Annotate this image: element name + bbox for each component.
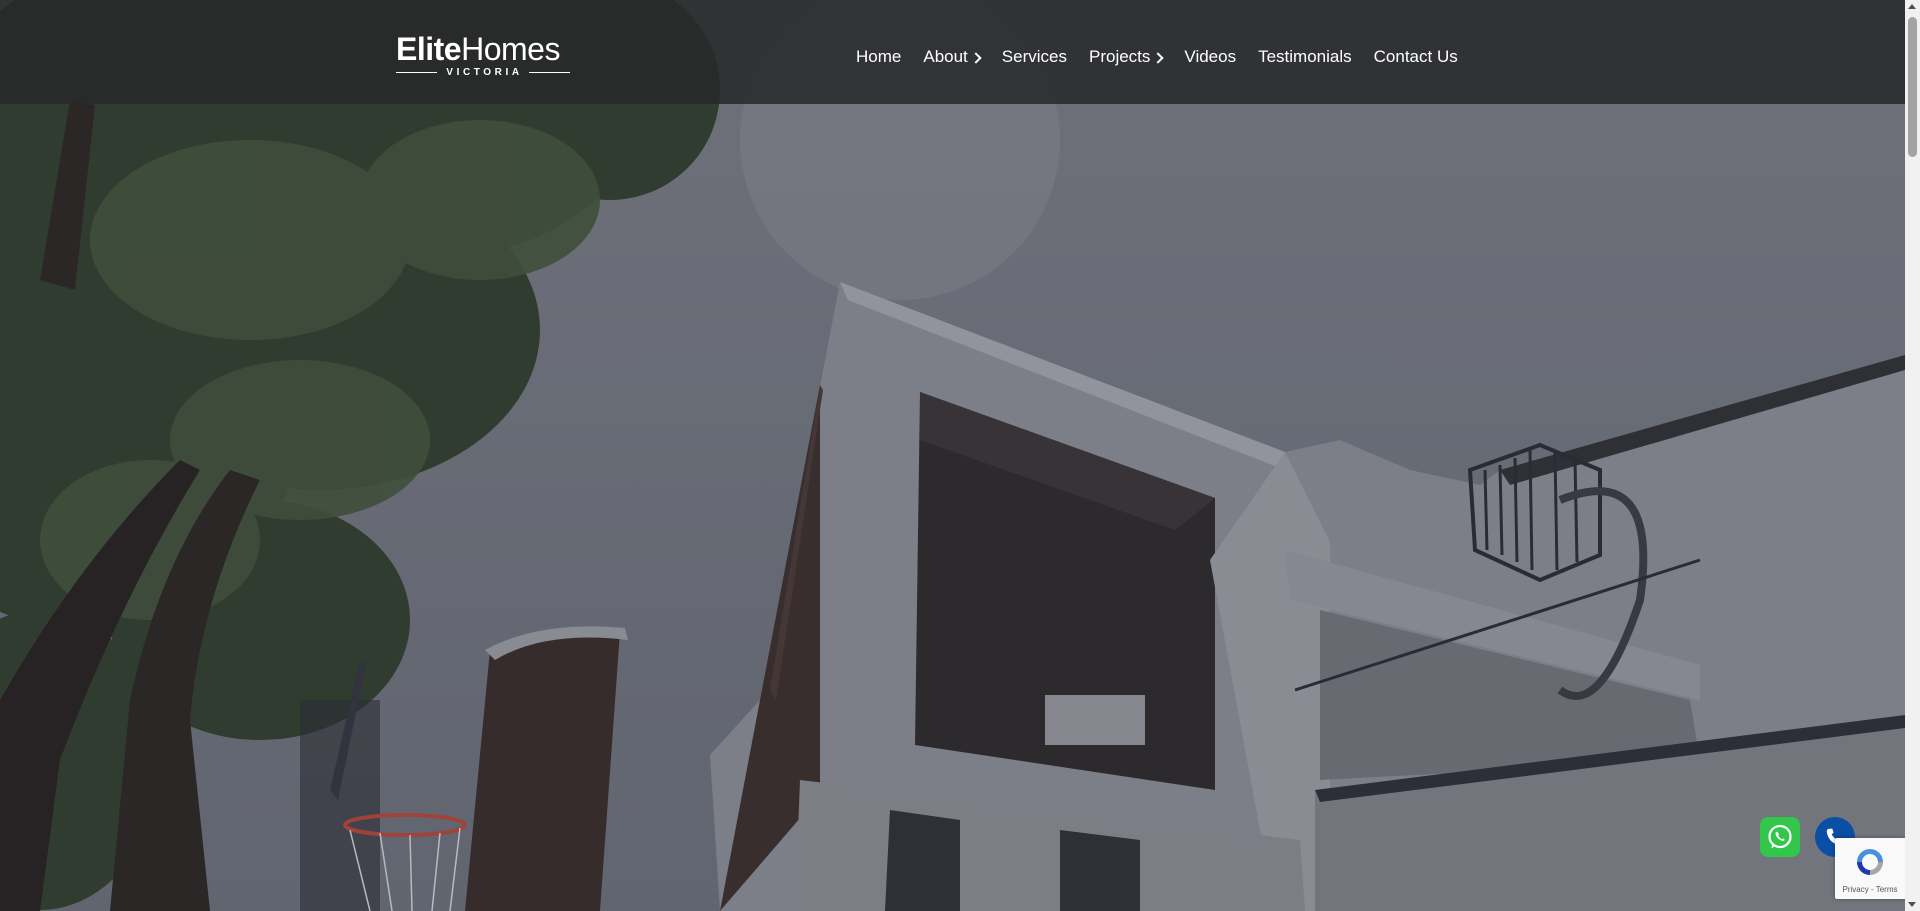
scrollbar-thumb[interactable]	[1908, 17, 1917, 157]
nav-home[interactable]: Home	[856, 47, 901, 67]
hero-image	[0, 0, 1905, 911]
whatsapp-button[interactable]	[1760, 817, 1800, 857]
nav-testimonials[interactable]: Testimonials	[1258, 47, 1352, 67]
nav-contact-us[interactable]: Contact Us	[1374, 47, 1458, 67]
nav-about-label: About	[923, 47, 968, 66]
recaptcha-badge[interactable]: Privacy - Terms	[1835, 838, 1905, 899]
scroll-down-arrow-icon[interactable]	[1908, 902, 1916, 907]
whatsapp-icon	[1768, 824, 1792, 849]
nav-contact-us-label: Contact Us	[1373, 47, 1458, 66]
nav-videos[interactable]: Videos	[1184, 47, 1236, 67]
elite-homes-logo[interactable]: EliteHomes VICTORIA	[396, 31, 570, 78]
nav-about[interactable]: About	[923, 47, 982, 67]
scroll-up-arrow-icon[interactable]	[1908, 4, 1916, 9]
nav-services-label: Services	[1001, 47, 1067, 66]
nav-testimonials-label: Testimonials	[1258, 47, 1352, 66]
logo-subtitle: VICTORIA	[446, 66, 523, 78]
recaptcha-links[interactable]: Privacy - Terms	[1835, 885, 1905, 894]
nav-home-label: Home	[856, 47, 902, 66]
page-scrollbar[interactable]	[1905, 0, 1920, 911]
nav-services[interactable]: Services	[1002, 47, 1067, 67]
nav-projects-label: Projects	[1088, 47, 1151, 66]
logo-rule-left	[396, 71, 438, 73]
main-nav: Home About Services Projects Videos Test…	[856, 47, 1458, 67]
logo-name-regular: Homes	[461, 31, 560, 67]
site-header: EliteHomes VICTORIA Home About Services …	[0, 0, 1905, 104]
recaptcha-icon	[1857, 849, 1883, 875]
chevron-right-icon	[970, 51, 982, 64]
nav-videos-label: Videos	[1184, 47, 1237, 66]
chevron-right-icon	[1152, 51, 1165, 64]
logo-rule-right	[528, 71, 570, 73]
logo-name-bold: Elite	[396, 31, 462, 67]
nav-projects[interactable]: Projects	[1088, 47, 1165, 67]
